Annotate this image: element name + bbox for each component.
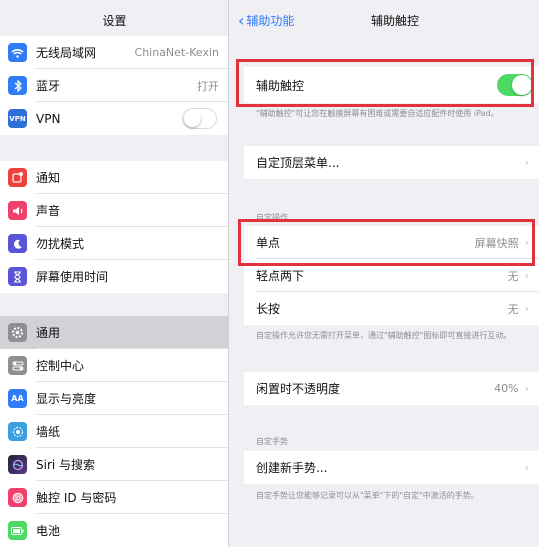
sidebar-item-notifications[interactable]: 通知 (0, 161, 228, 194)
settings-title: 设置 (102, 14, 127, 28)
vpn-icon: VPN (8, 109, 27, 128)
sidebar-item-label: 控制中心 (36, 359, 85, 373)
sidebar-item-label: 蓝牙 (36, 79, 61, 93)
sidebar-item-do-not-disturb[interactable]: 勿扰模式 (0, 227, 228, 260)
display-icon: AA (8, 389, 27, 408)
custom-actions-header: 自定操作 (256, 213, 288, 222)
control-center-icon (8, 356, 27, 375)
gear-icon (8, 323, 27, 342)
settings-group-notifications: 通知 声音 勿扰模式 屏幕使用时间 (0, 161, 228, 293)
toggle-knob (512, 75, 532, 95)
settings-group-connectivity: 无线局域网 ChinaNet-Kexin 蓝牙 打开 VPN VPN (0, 36, 228, 135)
settings-group-general: 通用 控制中心 AA 显示与亮度 墙纸 Siri 与搜索 触控 ID 与密码 电… (0, 316, 228, 547)
sidebar-item-label: 显示与亮度 (36, 392, 97, 406)
sidebar-item-wallpaper[interactable]: 墙纸 (0, 415, 228, 448)
chevron-right-icon: › (524, 302, 529, 315)
sidebar-item-label: 屏幕使用时间 (36, 270, 109, 284)
sidebar-item-label: 通用 (36, 326, 61, 340)
customize-menu-label: 自定顶层菜单... (256, 156, 340, 170)
double-tap-row[interactable]: 轻点两下 无 › (244, 259, 539, 292)
sidebar-item-battery[interactable]: 电池 (0, 514, 228, 547)
customize-top-level-menu-row[interactable]: 自定顶层菜单... › (244, 146, 539, 179)
back-label: 辅助功能 (246, 14, 295, 28)
vpn-toggle[interactable] (182, 108, 217, 129)
long-press-row[interactable]: 长按 无 › (244, 292, 539, 325)
opacity-card: 闲置时不透明度 40% › (244, 372, 539, 405)
assistive-touch-pane: ‹ 辅助功能 辅助触控 辅助触控 "辅助触控"可让您在触摸屏幕有困难或需要自适应… (230, 0, 539, 547)
sidebar-item-label: 无线局域网 (36, 46, 97, 60)
idle-opacity-value: 40% (494, 382, 519, 395)
single-tap-row[interactable]: 单点 屏幕快照 › (244, 226, 539, 259)
assistive-touch-card: 辅助触控 (244, 67, 539, 103)
long-press-value: 无 (507, 302, 519, 316)
idle-opacity-label: 闲置时不透明度 (256, 382, 341, 396)
sidebar-item-label: VPN (36, 111, 61, 126)
custom-actions-card: 单点 屏幕快照 › 轻点两下 无 › 长按 无 › (244, 226, 539, 325)
wifi-network-value: ChinaNet-Kexin (134, 46, 219, 59)
sidebar-item-vpn[interactable]: VPN VPN (0, 102, 228, 135)
chevron-right-icon: › (524, 269, 529, 282)
wallpaper-icon (8, 422, 27, 441)
chevron-left-icon: ‹ (238, 10, 245, 30)
chevron-right-icon: › (524, 156, 529, 169)
wifi-icon (8, 43, 27, 62)
idle-opacity-row[interactable]: 闲置时不透明度 40% › (244, 372, 539, 405)
assistive-touch-description: "辅助触控"可让您在触摸屏幕有困难或需要自适应配件时使用 iPad。 (256, 109, 499, 118)
long-press-label: 长按 (256, 302, 281, 316)
page-title: 辅助触控 (370, 14, 419, 28)
hourglass-icon (8, 267, 27, 286)
battery-icon (8, 521, 27, 540)
siri-icon (8, 455, 27, 474)
moon-icon (8, 234, 27, 253)
sidebar-item-label: 勿扰模式 (36, 237, 85, 251)
sidebar-item-bluetooth[interactable]: 蓝牙 打开 (0, 69, 228, 102)
double-tap-label: 轻点两下 (256, 269, 305, 283)
sidebar-item-label: 电池 (36, 524, 61, 538)
settings-sidebar: 设置 无线局域网 ChinaNet-Kexin 蓝牙 打开 VPN VPN 通知… (0, 0, 229, 547)
sounds-icon (8, 201, 27, 220)
sidebar-item-label: 触控 ID 与密码 (36, 491, 117, 505)
notifications-icon (8, 168, 27, 187)
custom-actions-description: 自定操作允许您无需打开菜单，通过"辅助触控"图标即可直接进行互动。 (256, 331, 512, 340)
assistive-touch-label: 辅助触控 (256, 78, 305, 93)
sidebar-item-display-brightness[interactable]: AA 显示与亮度 (0, 382, 228, 415)
double-tap-value: 无 (507, 269, 519, 283)
sidebar-item-label: 通知 (36, 171, 61, 185)
sidebar-item-label: 声音 (36, 204, 61, 218)
create-new-gesture-row[interactable]: 创建新手势... › (244, 451, 539, 484)
sidebar-item-label: 墙纸 (36, 425, 61, 439)
sidebar-item-screen-time[interactable]: 屏幕使用时间 (0, 260, 228, 293)
sidebar-item-sounds[interactable]: 声音 (0, 194, 228, 227)
custom-gestures-description: 自定手势让您能够记录可以从"菜单"下的"自定"中激活的手势。 (256, 491, 479, 500)
single-tap-label: 单点 (256, 236, 281, 250)
sidebar-item-label: Siri 与搜索 (36, 458, 96, 472)
bluetooth-value: 打开 (197, 79, 219, 93)
chevron-right-icon: › (524, 236, 529, 249)
menu-card: 自定顶层菜单... › (244, 146, 539, 179)
sidebar-item-control-center[interactable]: 控制中心 (0, 349, 228, 382)
touch-id-icon (8, 488, 27, 507)
single-tap-value: 屏幕快照 (474, 236, 519, 250)
toggle-knob (184, 110, 201, 127)
custom-gestures-header: 自定手势 (256, 437, 288, 446)
assistive-touch-toggle[interactable] (497, 74, 533, 96)
sidebar-item-siri-search[interactable]: Siri 与搜索 (0, 448, 228, 481)
back-button[interactable]: ‹ 辅助功能 (238, 12, 294, 29)
sidebar-item-general[interactable]: 通用 (0, 316, 228, 349)
chevron-right-icon: › (524, 461, 529, 474)
sidebar-item-wifi[interactable]: 无线局域网 ChinaNet-Kexin (0, 36, 228, 69)
sidebar-item-touch-id[interactable]: 触控 ID 与密码 (0, 481, 228, 514)
custom-gestures-card: 创建新手势... › (244, 451, 539, 484)
chevron-right-icon: › (524, 382, 529, 395)
create-gesture-label: 创建新手势... (256, 461, 328, 475)
assistive-touch-row: 辅助触控 (244, 67, 539, 103)
bluetooth-icon (8, 76, 27, 95)
